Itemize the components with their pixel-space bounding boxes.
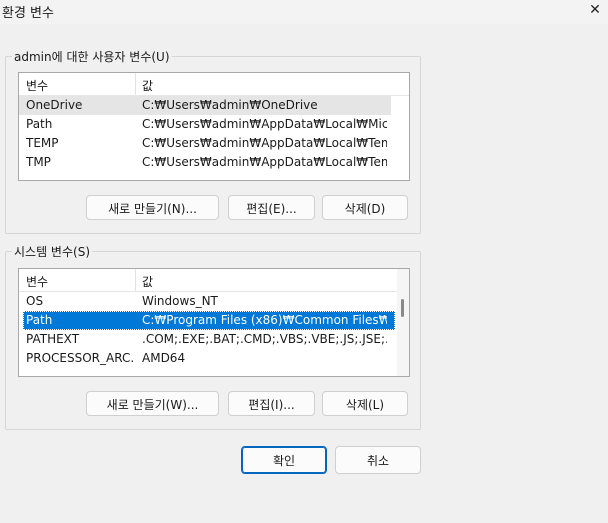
cancel-button[interactable]: 취소 bbox=[335, 446, 421, 474]
table-row[interactable]: OneDrive C:₩Users₩admin₩OneDrive bbox=[19, 96, 391, 115]
system-variables-list[interactable]: 변수 값 OS Windows_NT Path C:₩Program Files… bbox=[18, 268, 410, 377]
list-header: 변수 값 bbox=[19, 73, 409, 96]
column-divider[interactable] bbox=[135, 73, 136, 95]
column-header-value[interactable]: 값 bbox=[142, 273, 153, 290]
variable-name: PATHEXT bbox=[26, 332, 80, 346]
variable-value: C:₩Users₩admin₩AppData₩Local₩Micros... bbox=[142, 117, 387, 131]
variable-value: AMD64 bbox=[142, 351, 186, 365]
column-header-variable[interactable]: 변수 bbox=[26, 77, 48, 94]
table-row[interactable]: Path C:₩Users₩admin₩AppData₩Local₩Micros… bbox=[19, 115, 409, 134]
title-bar: 환경 변수 ✕ bbox=[0, 0, 608, 24]
table-row[interactable]: TEMP C:₩Users₩admin₩AppData₩Local₩Temp bbox=[19, 134, 409, 153]
window-title: 환경 변수 bbox=[2, 6, 54, 21]
variable-value: C:₩Users₩admin₩AppData₩Local₩Temp bbox=[142, 136, 387, 150]
variable-value: C:₩Users₩admin₩AppData₩Local₩Temp bbox=[142, 155, 387, 169]
table-row-selected[interactable]: Path C:₩Program Files (x86)₩Common Files… bbox=[23, 311, 395, 330]
vertical-scrollbar[interactable] bbox=[397, 269, 409, 376]
system-variables-label: 시스템 변수(S) bbox=[12, 243, 92, 260]
list-header: 변수 값 bbox=[19, 269, 409, 292]
user-new-button[interactable]: 새로 만들기(N)... bbox=[86, 195, 219, 220]
table-row[interactable]: OS Windows_NT bbox=[19, 292, 391, 311]
variable-value: Windows_NT bbox=[142, 294, 218, 308]
user-delete-button[interactable]: 삭제(D) bbox=[322, 195, 408, 220]
variable-name: Path bbox=[26, 313, 53, 327]
ok-button[interactable]: 확인 bbox=[241, 446, 327, 474]
variable-name: OS bbox=[26, 294, 44, 308]
scrollbar-thumb[interactable] bbox=[401, 299, 404, 317]
variable-value: C:₩Users₩admin₩OneDrive bbox=[142, 98, 318, 112]
system-delete-button[interactable]: 삭제(L) bbox=[322, 391, 408, 416]
variable-name: Path bbox=[26, 117, 53, 131]
variable-name: TEMP bbox=[26, 136, 59, 150]
variable-name: OneDrive bbox=[26, 98, 83, 112]
table-row[interactable]: TMP C:₩Users₩admin₩AppData₩Local₩Temp bbox=[19, 153, 409, 172]
user-variables-list[interactable]: 변수 값 OneDrive C:₩Users₩admin₩OneDrive Pa… bbox=[18, 72, 410, 181]
system-edit-button[interactable]: 편집(I)... bbox=[228, 391, 315, 416]
column-divider[interactable] bbox=[135, 269, 136, 291]
user-variables-label: admin에 대한 사용자 변수(U) bbox=[12, 48, 172, 65]
system-new-button[interactable]: 새로 만들기(W)... bbox=[86, 391, 219, 416]
close-icon[interactable]: ✕ bbox=[582, 0, 608, 22]
table-row[interactable]: PROCESSOR_ARC... AMD64 bbox=[19, 349, 391, 368]
variable-name: PROCESSOR_ARC... bbox=[26, 351, 134, 365]
user-edit-button[interactable]: 편집(E)... bbox=[228, 195, 315, 220]
variable-name: TMP bbox=[26, 155, 51, 169]
variable-value: .COM;.EXE;.BAT;.CMD;.VBS;.VBE;.JS;.JSE;.… bbox=[142, 332, 387, 346]
variable-value: C:₩Program Files (x86)₩Common Files₩Or..… bbox=[142, 313, 387, 327]
column-header-value[interactable]: 값 bbox=[142, 77, 153, 94]
table-row[interactable]: PATHEXT .COM;.EXE;.BAT;.CMD;.VBS;.VBE;.J… bbox=[19, 330, 391, 349]
column-header-variable[interactable]: 변수 bbox=[26, 273, 48, 290]
